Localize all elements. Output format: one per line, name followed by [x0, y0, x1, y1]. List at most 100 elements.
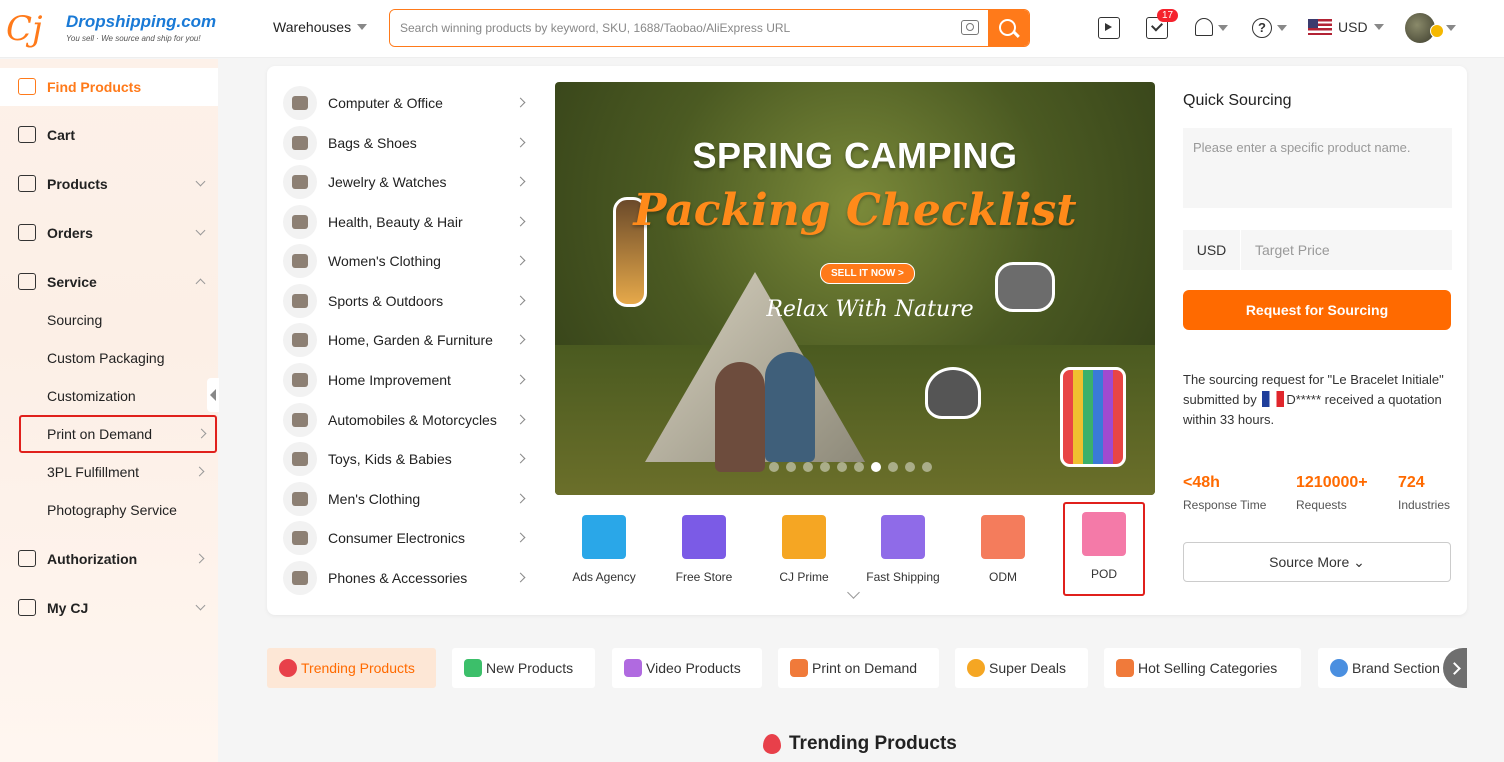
camera-icon[interactable]	[961, 20, 979, 35]
category-label: Phones & Accessories	[328, 570, 468, 586]
chevron-right-icon	[515, 532, 526, 543]
target-price-field: USD	[1183, 230, 1452, 270]
us-flag-icon	[1308, 19, 1332, 35]
caret-down-icon[interactable]	[1446, 25, 1456, 31]
chevron-right-icon	[515, 414, 526, 425]
beauty-icon	[283, 205, 317, 239]
tab-label: Print on Demand	[812, 660, 918, 676]
tab-label: Video Products	[646, 660, 741, 676]
sourcing-note-user: D*****	[1286, 392, 1322, 407]
stat-label: Response Time	[1183, 498, 1267, 512]
warehouses-dropdown[interactable]: Warehouses	[273, 19, 368, 35]
tab-hot-selling-categories[interactable]: Hot Selling Categories	[1104, 648, 1301, 688]
video-icon[interactable]	[1098, 17, 1120, 39]
collapse-sidebar-button[interactable]	[207, 378, 219, 412]
feature-ads-agency[interactable]: Ads Agency	[555, 505, 653, 595]
category-item[interactable]: Bags & Shoes	[283, 124, 533, 162]
drill-icon	[283, 363, 317, 397]
carousel-dot[interactable]	[871, 462, 881, 472]
jewelry-icon	[283, 165, 317, 199]
tab-print-on-demand[interactable]: Print on Demand	[778, 648, 939, 688]
category-item[interactable]: Sports & Outdoors	[283, 282, 533, 320]
category-item[interactable]: Phones & Accessories	[283, 559, 533, 597]
feature-odm[interactable]: ODM	[954, 505, 1052, 595]
category-label: Jewelry & Watches	[328, 174, 447, 190]
we-store-icon	[682, 515, 726, 559]
sidebar-subitem-sourcing[interactable]: Sourcing	[0, 301, 218, 339]
caret-down-icon[interactable]	[1218, 25, 1228, 31]
feature-free-store[interactable]: Free Store	[655, 505, 753, 595]
search-button[interactable]	[988, 10, 1029, 46]
authorization-icon	[18, 550, 36, 567]
chevron-up-icon	[195, 278, 206, 289]
sidebar-subitem-label: Photography Service	[47, 502, 177, 518]
tab-trending-products[interactable]: Trending Products	[267, 648, 436, 688]
category-item[interactable]: Home Improvement	[283, 361, 533, 399]
tiktok-icon	[582, 515, 626, 559]
sidebar-subitem-label: Sourcing	[47, 312, 103, 328]
sidebar: Find Products Cart Products Orders Servi…	[0, 59, 218, 762]
feature-fast-shipping[interactable]: Fast Shipping	[854, 505, 952, 595]
sidebar-subitem-print-on-demand[interactable]: Print on Demand	[19, 415, 217, 453]
tab-video-products[interactable]: Video Products	[612, 648, 762, 688]
source-more-button[interactable]: Source More ⌄	[1183, 542, 1451, 582]
carousel-dot[interactable]	[854, 462, 864, 472]
target-price-input[interactable]	[1245, 230, 1445, 270]
sidebar-item-authorization[interactable]: Authorization	[0, 540, 218, 578]
currency-selector[interactable]: USD	[1308, 19, 1384, 35]
feature-label: Free Store	[675, 570, 733, 584]
carousel-dot[interactable]	[786, 462, 796, 472]
price-currency: USD	[1183, 230, 1241, 270]
tab-super-deals[interactable]: Super Deals	[955, 648, 1088, 688]
stat-industries: 724 Industries	[1398, 474, 1450, 512]
category-item[interactable]: Automobiles & Motorcycles	[283, 401, 533, 439]
help-icon[interactable]: ?	[1252, 18, 1272, 38]
carousel-dot[interactable]	[922, 462, 932, 472]
logo[interactable]: Cj Dropshipping.com You sell · We source…	[6, 8, 216, 50]
tab-new-products[interactable]: New Products	[452, 648, 595, 688]
truck-icon	[881, 515, 925, 559]
carousel-dot[interactable]	[837, 462, 847, 472]
chevron-right-icon	[515, 255, 526, 266]
category-item[interactable]: Men's Clothing	[283, 480, 533, 518]
categories-icon	[1116, 659, 1134, 677]
carousel-dot[interactable]	[888, 462, 898, 472]
category-item[interactable]: Computer & Office	[283, 84, 533, 122]
category-item[interactable]: Toys, Kids & Babies	[283, 440, 533, 478]
sidebar-subitem-customization[interactable]: Customization	[0, 377, 218, 415]
feature-cj-prime[interactable]: CJ Prime	[755, 505, 853, 595]
category-item[interactable]: Consumer Electronics	[283, 519, 533, 557]
promo-banner[interactable]: SPRING CAMPING Packing Checklist SELL IT…	[555, 82, 1155, 495]
sidebar-item-my-cj[interactable]: My CJ	[0, 589, 218, 627]
category-item[interactable]: Jewelry & Watches	[283, 163, 533, 201]
carousel-dot[interactable]	[905, 462, 915, 472]
category-item[interactable]: Home, Garden & Furniture	[283, 321, 533, 359]
carousel-dot[interactable]	[769, 462, 779, 472]
sidebar-subitem-label: Customization	[47, 388, 136, 404]
tasks-badge: 17	[1157, 9, 1179, 22]
search-input[interactable]	[390, 10, 950, 46]
category-item[interactable]: Health, Beauty & Hair	[283, 203, 533, 241]
feature-pod[interactable]: POD	[1063, 502, 1145, 596]
carousel-dot[interactable]	[820, 462, 830, 472]
sidebar-item-products[interactable]: Products	[0, 165, 218, 203]
sell-it-now-button[interactable]: SELL IT NOW >	[820, 263, 915, 284]
product-name-input[interactable]	[1183, 128, 1452, 208]
service-icon	[18, 273, 36, 290]
brand-icon	[1330, 659, 1348, 677]
bell-icon[interactable]	[1195, 18, 1213, 36]
sidebar-item-cart[interactable]: Cart	[0, 116, 218, 154]
sidebar-item-find-products[interactable]: Find Products	[0, 68, 218, 106]
sidebar-subitem-label: Custom Packaging	[47, 350, 165, 366]
category-item[interactable]: Women's Clothing	[283, 242, 533, 280]
sidebar-subitem-photography-service[interactable]: Photography Service	[0, 491, 218, 529]
product-tabs: Trending Products New Products Video Pro…	[267, 648, 1467, 688]
sidebar-item-orders[interactable]: Orders	[0, 214, 218, 252]
sidebar-subitem-3pl-fulfillment[interactable]: 3PL Fulfillment	[0, 453, 218, 491]
sidebar-subitem-custom-packaging[interactable]: Custom Packaging	[0, 339, 218, 377]
carousel-dot[interactable]	[803, 462, 813, 472]
chevron-right-icon	[515, 572, 526, 583]
caret-down-icon[interactable]	[1277, 25, 1287, 31]
sidebar-item-service[interactable]: Service	[0, 263, 218, 301]
request-sourcing-button[interactable]: Request for Sourcing	[1183, 290, 1451, 330]
